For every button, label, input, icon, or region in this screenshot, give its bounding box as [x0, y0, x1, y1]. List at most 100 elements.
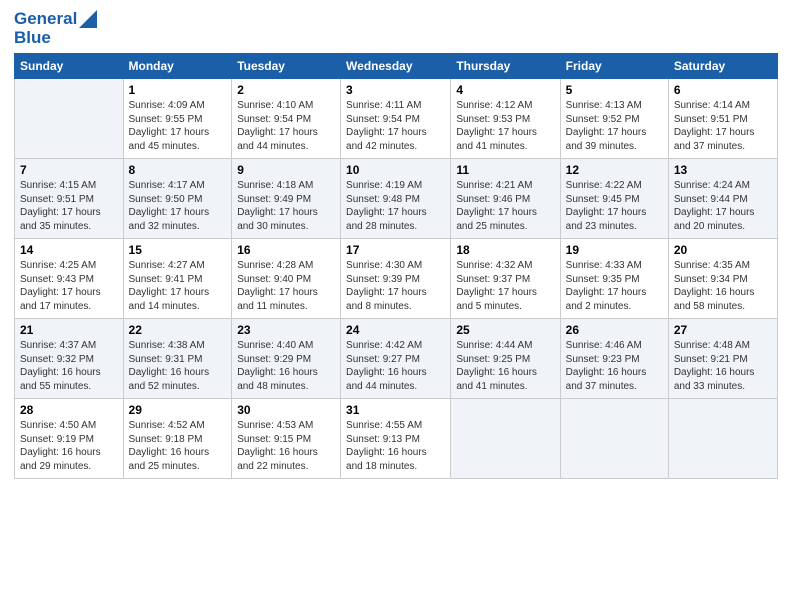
calendar-day-cell: 2Sunrise: 4:10 AM Sunset: 9:54 PM Daylig… — [232, 79, 341, 159]
day-info: Sunrise: 4:10 AM Sunset: 9:54 PM Dayligh… — [237, 99, 335, 153]
day-info: Sunrise: 4:27 AM Sunset: 9:41 PM Dayligh… — [129, 259, 227, 313]
day-info: Sunrise: 4:37 AM Sunset: 9:32 PM Dayligh… — [20, 339, 118, 393]
calendar-day-cell: 9 Sunrise: 4:18 AM Sunset: 9:49 PM Daylig… — [232, 159, 341, 239]
day-number: 13 — [674, 163, 772, 177]
calendar-week-row: 28 Sunrise: 4:50 AM Sunset: 9:19 PM Dayli… — [15, 399, 778, 479]
day-number: 5 — [566, 83, 663, 97]
day-number: 25 — [456, 323, 554, 337]
day-info: Sunrise: 4:53 AM Sunset: 9:15 PM Dayligh… — [237, 419, 335, 473]
calendar-day-cell: 26Sunrise: 4:46 AM Sunset: 9:23 PM Dayli… — [560, 319, 668, 399]
day-number: 3 — [346, 83, 445, 97]
calendar-day-cell: 12 Sunrise: 4:22 AM Sunset: 9:45 PM Dayli… — [560, 159, 668, 239]
calendar-week-row: 21 Sunrise: 4:37 AM Sunset: 9:32 PM Dayli… — [15, 319, 778, 399]
day-info: Sunrise: 4:28 AM Sunset: 9:40 PM Dayligh… — [237, 259, 335, 313]
day-info: Sunrise: 4:17 AM Sunset: 9:50 PM Dayligh… — [129, 179, 227, 233]
day-info: Sunrise: 4:50 AM Sunset: 9:19 PM Dayligh… — [20, 419, 118, 473]
calendar-day-cell: 24Sunrise: 4:42 AM Sunset: 9:27 PM Dayli… — [341, 319, 451, 399]
day-info: Sunrise: 4:11 AM Sunset: 9:54 PM Dayligh… — [346, 99, 445, 153]
calendar-week-row: 14 Sunrise: 4:25 AM Sunset: 9:43 PM Dayli… — [15, 239, 778, 319]
day-number: 4 — [456, 83, 554, 97]
day-number: 15 — [129, 243, 227, 257]
day-number: 23 — [237, 323, 335, 337]
day-info: Sunrise: 4:13 AM Sunset: 9:52 PM Dayligh… — [566, 99, 663, 153]
calendar-day-cell: 4 Sunrise: 4:12 AM Sunset: 9:53 PM Daylig… — [451, 79, 560, 159]
calendar-day-cell: 17Sunrise: 4:30 AM Sunset: 9:39 PM Dayli… — [341, 239, 451, 319]
day-info: Sunrise: 4:32 AM Sunset: 9:37 PM Dayligh… — [456, 259, 554, 313]
calendar-day-cell: 15 Sunrise: 4:27 AM Sunset: 9:41 PM Dayli… — [123, 239, 232, 319]
page-container: General Blue SundayMondayTuesdayWednesda… — [0, 0, 792, 489]
day-number: 21 — [20, 323, 118, 337]
logo-triangle-icon — [79, 10, 97, 28]
day-number: 22 — [129, 323, 227, 337]
day-number: 29 — [129, 403, 227, 417]
day-number: 20 — [674, 243, 772, 257]
logo: General Blue — [14, 10, 97, 47]
weekday-header-row: SundayMondayTuesdayWednesdayThursdayFrid… — [15, 54, 778, 79]
day-number: 1 — [129, 83, 227, 97]
day-info: Sunrise: 4:19 AM Sunset: 9:48 PM Dayligh… — [346, 179, 445, 233]
day-info: Sunrise: 4:22 AM Sunset: 9:45 PM Dayligh… — [566, 179, 663, 233]
calendar-day-cell: 22 Sunrise: 4:38 AM Sunset: 9:31 PM Dayli… — [123, 319, 232, 399]
calendar-day-cell: 8 Sunrise: 4:17 AM Sunset: 9:50 PM Daylig… — [123, 159, 232, 239]
calendar-day-cell: 16 Sunrise: 4:28 AM Sunset: 9:40 PM Dayli… — [232, 239, 341, 319]
day-number: 9 — [237, 163, 335, 177]
calendar-day-cell: 31 Sunrise: 4:55 AM Sunset: 9:13 PM Dayli… — [341, 399, 451, 479]
day-info: Sunrise: 4:25 AM Sunset: 9:43 PM Dayligh… — [20, 259, 118, 313]
day-info: Sunrise: 4:38 AM Sunset: 9:31 PM Dayligh… — [129, 339, 227, 393]
day-info: Sunrise: 4:46 AM Sunset: 9:23 PM Dayligh… — [566, 339, 663, 393]
day-number: 11 — [456, 163, 554, 177]
day-info: Sunrise: 4:24 AM Sunset: 9:44 PM Dayligh… — [674, 179, 772, 233]
calendar-week-row: 7Sunrise: 4:15 AM Sunset: 9:51 PM Daylig… — [15, 159, 778, 239]
day-number: 31 — [346, 403, 445, 417]
calendar-day-cell: 13 Sunrise: 4:24 AM Sunset: 9:44 PM Dayli… — [668, 159, 777, 239]
day-number: 27 — [674, 323, 772, 337]
day-info: Sunrise: 4:44 AM Sunset: 9:25 PM Dayligh… — [456, 339, 554, 393]
calendar-day-cell: 6 Sunrise: 4:14 AM Sunset: 9:51 PM Daylig… — [668, 79, 777, 159]
weekday-header-sunday: Sunday — [15, 54, 124, 79]
day-number: 16 — [237, 243, 335, 257]
logo-general: General — [14, 10, 77, 29]
day-info: Sunrise: 4:12 AM Sunset: 9:53 PM Dayligh… — [456, 99, 554, 153]
logo-text: General Blue — [14, 10, 97, 47]
weekday-header-friday: Friday — [560, 54, 668, 79]
day-info: Sunrise: 4:14 AM Sunset: 9:51 PM Dayligh… — [674, 99, 772, 153]
day-info: Sunrise: 4:55 AM Sunset: 9:13 PM Dayligh… — [346, 419, 445, 473]
calendar-day-cell: 27 Sunrise: 4:48 AM Sunset: 9:21 PM Dayli… — [668, 319, 777, 399]
weekday-header-saturday: Saturday — [668, 54, 777, 79]
calendar-table: SundayMondayTuesdayWednesdayThursdayFrid… — [14, 53, 778, 479]
day-info: Sunrise: 4:33 AM Sunset: 9:35 PM Dayligh… — [566, 259, 663, 313]
calendar-day-cell: 29 Sunrise: 4:52 AM Sunset: 9:18 PM Dayli… — [123, 399, 232, 479]
day-number: 14 — [20, 243, 118, 257]
header: General Blue — [14, 10, 778, 47]
day-number: 6 — [674, 83, 772, 97]
calendar-day-cell: 5 Sunrise: 4:13 AM Sunset: 9:52 PM Daylig… — [560, 79, 668, 159]
logo-blue: Blue — [14, 29, 97, 48]
calendar-day-cell: 3 Sunrise: 4:11 AM Sunset: 9:54 PM Daylig… — [341, 79, 451, 159]
weekday-header-tuesday: Tuesday — [232, 54, 341, 79]
day-info: Sunrise: 4:30 AM Sunset: 9:39 PM Dayligh… — [346, 259, 445, 313]
calendar-day-cell: 25 Sunrise: 4:44 AM Sunset: 9:25 PM Dayli… — [451, 319, 560, 399]
calendar-day-cell: 20 Sunrise: 4:35 AM Sunset: 9:34 PM Dayli… — [668, 239, 777, 319]
day-info: Sunrise: 4:18 AM Sunset: 9:49 PM Dayligh… — [237, 179, 335, 233]
calendar-day-cell — [15, 79, 124, 159]
day-number: 19 — [566, 243, 663, 257]
day-number: 18 — [456, 243, 554, 257]
calendar-day-cell: 28 Sunrise: 4:50 AM Sunset: 9:19 PM Dayli… — [15, 399, 124, 479]
day-number: 24 — [346, 323, 445, 337]
day-number: 8 — [129, 163, 227, 177]
day-info: Sunrise: 4:40 AM Sunset: 9:29 PM Dayligh… — [237, 339, 335, 393]
calendar-day-cell: 14 Sunrise: 4:25 AM Sunset: 9:43 PM Dayli… — [15, 239, 124, 319]
calendar-week-row: 1 Sunrise: 4:09 AM Sunset: 9:55 PM Daylig… — [15, 79, 778, 159]
calendar-day-cell: 23 Sunrise: 4:40 AM Sunset: 9:29 PM Dayli… — [232, 319, 341, 399]
day-info: Sunrise: 4:09 AM Sunset: 9:55 PM Dayligh… — [129, 99, 227, 153]
calendar-day-cell — [668, 399, 777, 479]
calendar-day-cell: 7Sunrise: 4:15 AM Sunset: 9:51 PM Daylig… — [15, 159, 124, 239]
day-info: Sunrise: 4:48 AM Sunset: 9:21 PM Dayligh… — [674, 339, 772, 393]
calendar-day-cell — [560, 399, 668, 479]
day-info: Sunrise: 4:35 AM Sunset: 9:34 PM Dayligh… — [674, 259, 772, 313]
day-number: 12 — [566, 163, 663, 177]
day-number: 28 — [20, 403, 118, 417]
calendar-day-cell: 19 Sunrise: 4:33 AM Sunset: 9:35 PM Dayli… — [560, 239, 668, 319]
calendar-day-cell: 18 Sunrise: 4:32 AM Sunset: 9:37 PM Dayli… — [451, 239, 560, 319]
day-info: Sunrise: 4:52 AM Sunset: 9:18 PM Dayligh… — [129, 419, 227, 473]
